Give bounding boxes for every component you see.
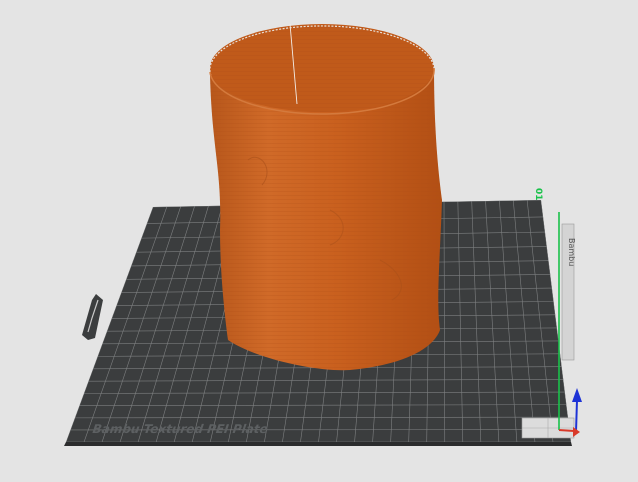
svg-text:Bambu: Bambu	[567, 238, 576, 266]
x-axis-line	[559, 430, 574, 431]
plate-number[interactable]: 01	[533, 188, 543, 201]
plate-label: Bambu Textured PEI Plate	[92, 422, 269, 436]
z-axis-line	[576, 400, 577, 432]
cylinder-model[interactable]	[210, 24, 442, 370]
z-axis-arrow-icon	[572, 388, 582, 402]
3d-viewport[interactable]: Bambu Bambu Textured PEI Plate 01	[0, 0, 638, 478]
